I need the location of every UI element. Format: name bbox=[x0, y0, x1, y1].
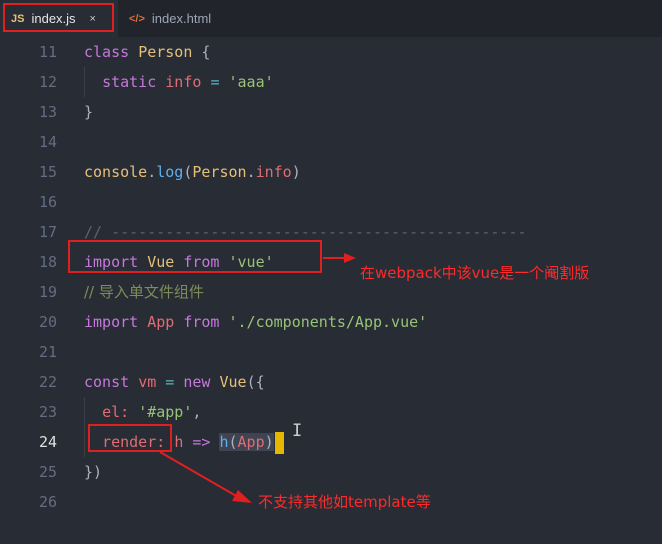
render-note: 不支持其他如template等 bbox=[258, 493, 431, 511]
arrow-head bbox=[232, 490, 252, 503]
arrow-line bbox=[159, 451, 239, 498]
arrow-head bbox=[344, 253, 356, 263]
vue-build-note: 在webpack中该vue是一个阉割版 bbox=[360, 264, 590, 282]
